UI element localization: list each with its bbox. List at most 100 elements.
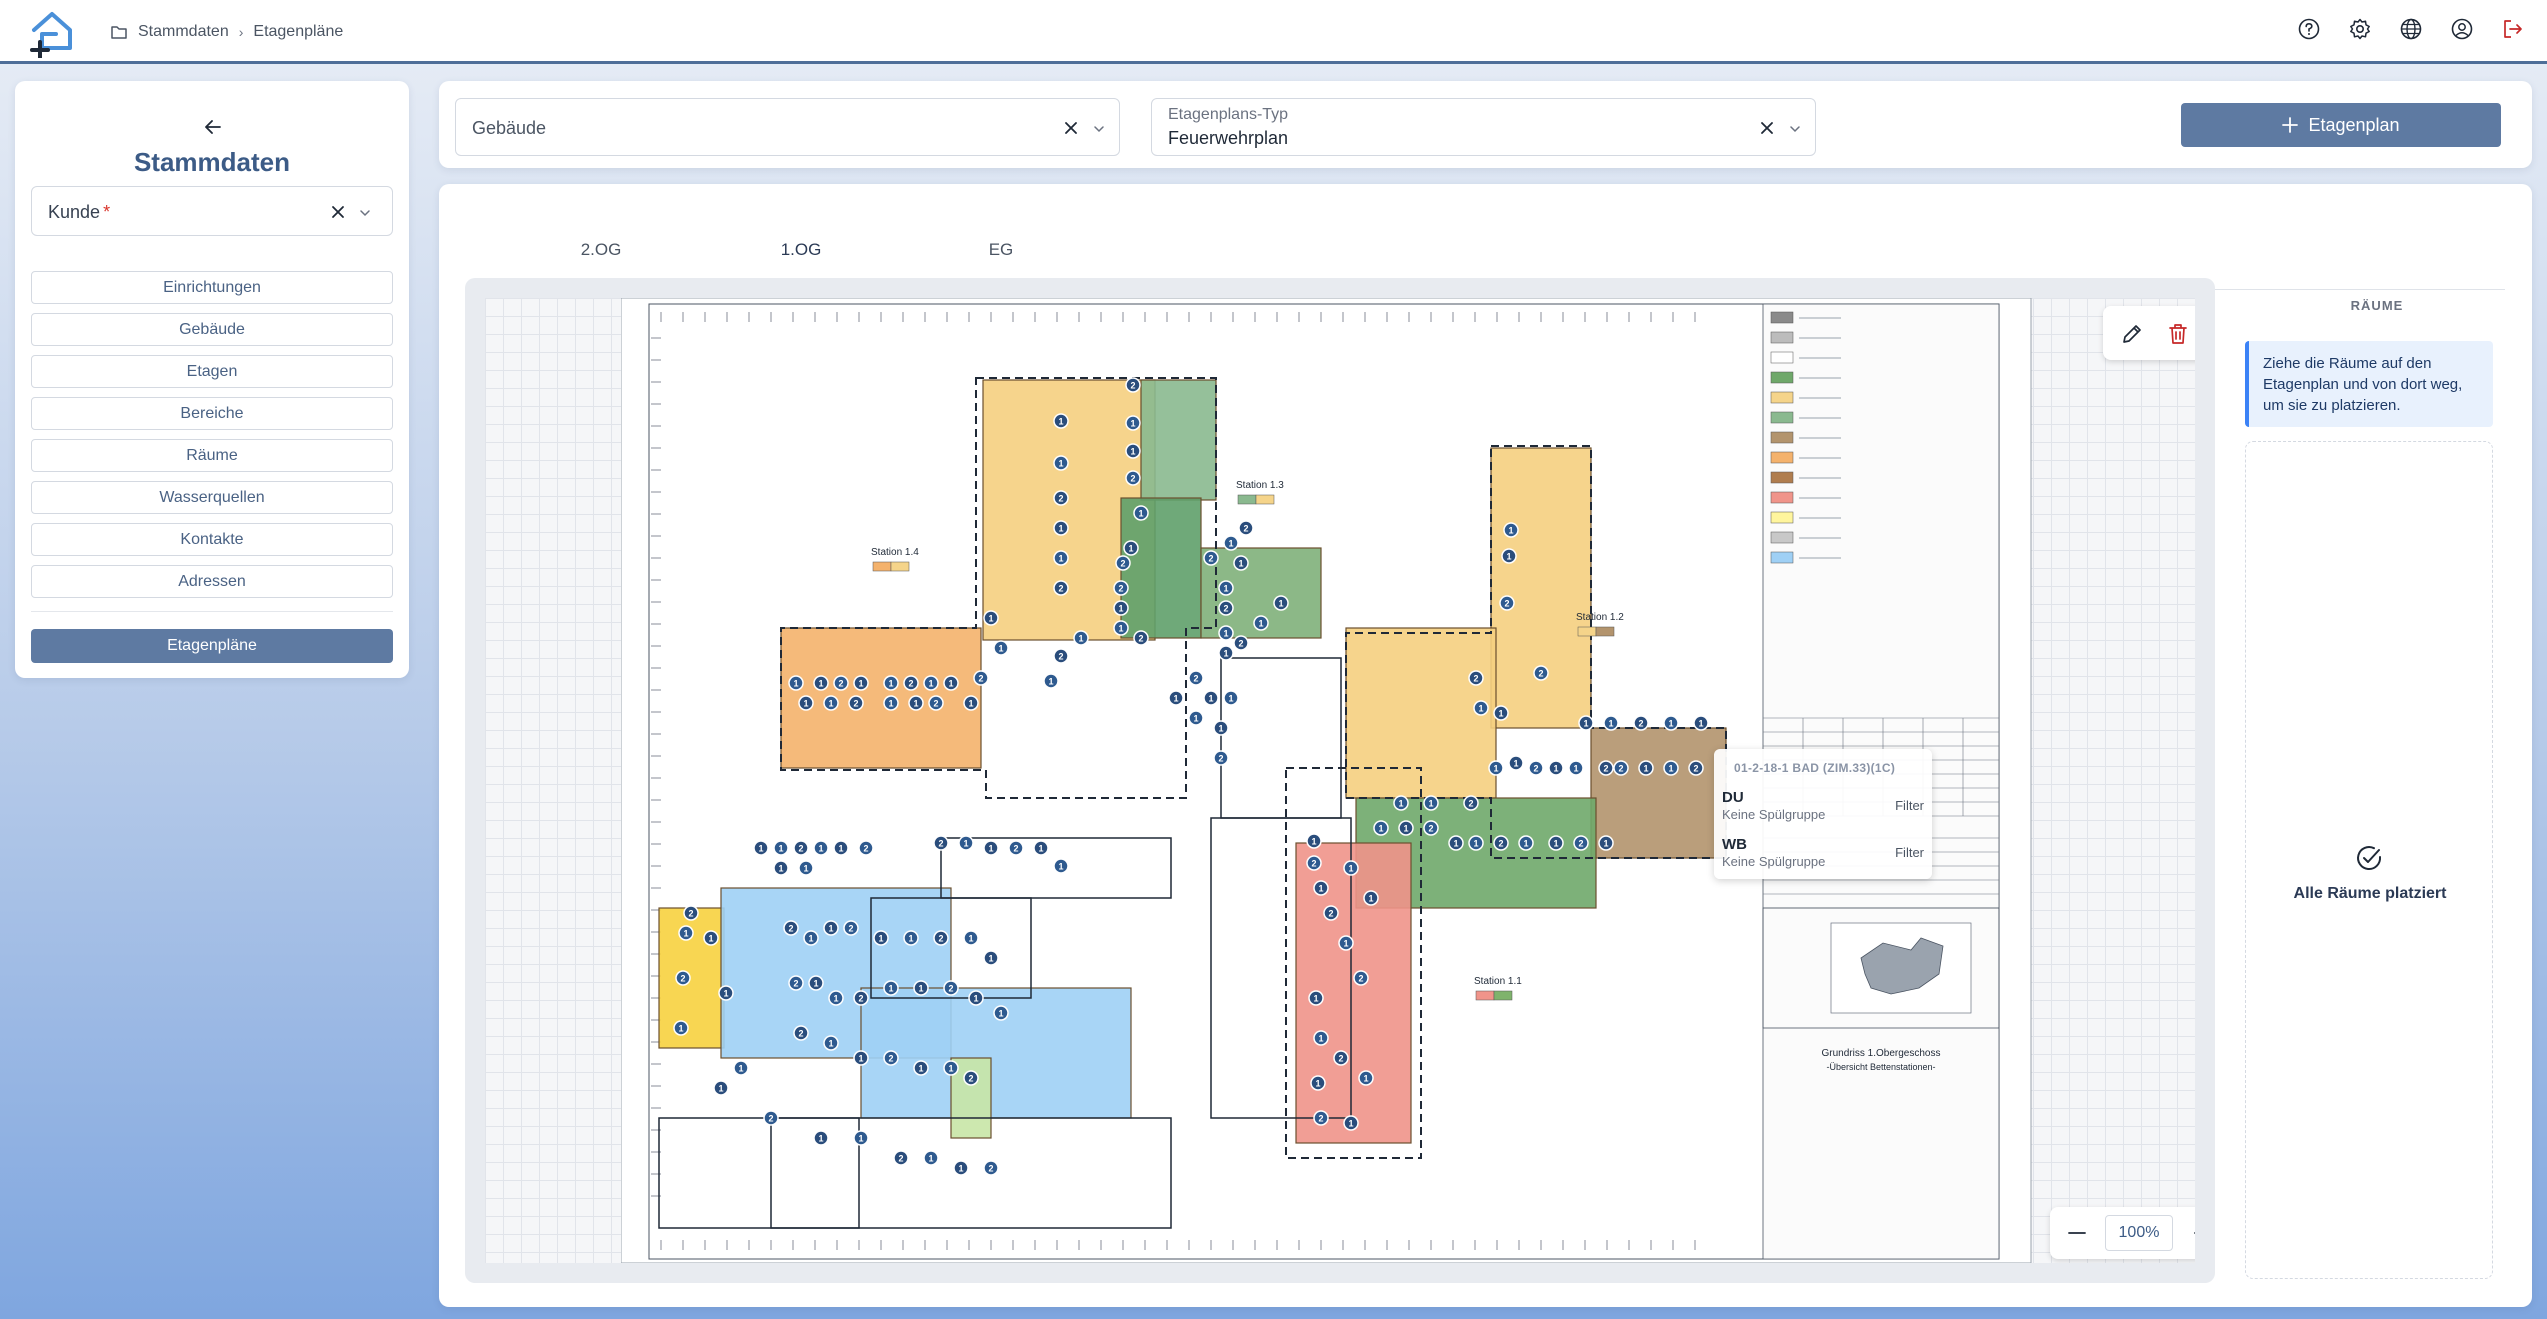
room-marker[interactable]: 2 [1008,840,1024,856]
sidebar-item-bereiche[interactable]: Bereiche [31,397,393,430]
room-marker[interactable]: 1 [1218,625,1234,641]
room-marker[interactable]: 2 [675,970,691,986]
room-marker[interactable]: 2 [1053,648,1069,664]
room-marker[interactable]: 2 [683,905,699,921]
room-marker[interactable]: 1 [1053,413,1069,429]
room-marker[interactable]: 1 [1663,760,1679,776]
room-marker[interactable]: 1 [1473,700,1489,716]
room-marker[interactable]: 2 [1115,555,1131,571]
room-marker[interactable]: 1 [678,925,694,941]
room-marker[interactable]: 2 [1313,1110,1329,1126]
room-marker[interactable]: 1 [808,975,824,991]
room-marker[interactable]: 1 [798,860,814,876]
room-marker[interactable]: 2 [933,930,949,946]
kunde-select[interactable]: Kunde * [31,186,393,236]
room-marker[interactable]: 1 [943,675,959,691]
room-marker[interactable]: 2 [848,695,864,711]
room-marker[interactable]: 1 [1313,880,1329,896]
room-marker[interactable]: 1 [823,1035,839,1051]
room-marker[interactable]: 2 [1233,635,1249,651]
room-area[interactable] [1120,497,1202,639]
room-marker[interactable]: 2 [1053,580,1069,596]
room-marker[interactable]: 1 [1358,1070,1374,1086]
room-marker[interactable]: 1 [923,675,939,691]
room-marker[interactable]: 2 [933,835,949,851]
settings-gear-icon[interactable] [2348,17,2372,41]
room-marker[interactable]: 2 [883,1050,899,1066]
room-marker[interactable]: 1 [883,980,899,996]
room-marker[interactable]: 1 [1213,720,1229,736]
user-account-icon[interactable] [2450,17,2474,41]
room-marker[interactable]: 2 [1203,550,1219,566]
zoom-out-icon[interactable] [2064,1220,2090,1246]
room-marker[interactable]: 2 [1613,760,1629,776]
room-marker[interactable]: 1 [833,840,849,856]
room-marker[interactable]: 1 [983,840,999,856]
room-area[interactable] [1490,447,1592,729]
room-marker[interactable]: 2 [1238,520,1254,536]
room-marker[interactable]: 1 [993,1005,1009,1021]
popup-filter-link[interactable]: Filter [1895,798,1924,813]
room-marker[interactable]: 1 [1493,705,1509,721]
room-marker[interactable]: 2 [1218,600,1234,616]
room-marker[interactable]: 1 [1188,710,1204,726]
room-marker[interactable]: 2 [843,920,859,936]
globe-icon[interactable] [2399,17,2423,41]
room-marker[interactable]: 1 [908,695,924,711]
room-marker[interactable]: 2 [1573,835,1589,851]
room-marker[interactable]: 1 [1306,833,1322,849]
room-marker[interactable]: 2 [1188,670,1204,686]
room-marker[interactable]: 2 [1633,715,1649,731]
room-marker[interactable]: 1 [813,1130,829,1146]
room-marker[interactable]: 1 [813,675,829,691]
room-marker[interactable]: 1 [1548,835,1564,851]
room-marker[interactable]: 2 [1333,1050,1349,1066]
popup-filter-link[interactable]: Filter [1895,845,1924,860]
room-marker[interactable]: 1 [1508,755,1524,771]
room-marker[interactable]: 1 [1398,820,1414,836]
room-marker[interactable]: 1 [773,840,789,856]
room-marker[interactable]: 1 [1338,935,1354,951]
room-marker[interactable]: 2 [1463,795,1479,811]
room-marker[interactable]: 1 [1273,595,1289,611]
room-area[interactable] [1345,627,1497,799]
room-marker[interactable]: 1 [1033,840,1049,856]
room-marker[interactable]: 2 [858,840,874,856]
room-marker[interactable]: 2 [1125,377,1141,393]
room-marker[interactable]: 1 [1073,630,1089,646]
room-marker[interactable]: 1 [1343,860,1359,876]
clear-icon[interactable] [1064,121,1078,135]
room-marker[interactable]: 1 [1203,690,1219,706]
room-marker[interactable]: 1 [1053,550,1069,566]
sidebar-item-einrichtungen[interactable]: Einrichtungen [31,271,393,304]
room-marker[interactable]: 2 [1125,470,1141,486]
room-marker[interactable]: 1 [1218,645,1234,661]
room-marker[interactable]: 1 [1310,1075,1326,1091]
room-marker[interactable]: 2 [1468,670,1484,686]
room-marker[interactable]: 1 [718,985,734,1001]
room-marker[interactable]: 1 [1223,535,1239,551]
room-marker[interactable]: 2 [1353,970,1369,986]
room-marker[interactable]: 1 [1053,455,1069,471]
room-marker[interactable]: 2 [973,670,989,686]
room-marker[interactable]: 1 [1123,540,1139,556]
add-etagenplan-button[interactable]: Etagenplan [2181,103,2501,147]
room-marker[interactable]: 1 [1343,1115,1359,1131]
room-marker[interactable]: 1 [1393,795,1409,811]
room-marker[interactable]: 2 [893,1150,909,1166]
room-marker[interactable]: 1 [1503,522,1519,538]
room-marker[interactable]: 1 [1253,615,1269,631]
room-marker[interactable]: 2 [943,980,959,996]
room-marker[interactable]: 1 [983,610,999,626]
room-marker[interactable]: 2 [1528,760,1544,776]
gebaeude-select[interactable]: Gebäude [455,98,1120,156]
room-marker[interactable]: 1 [1125,443,1141,459]
room-marker[interactable]: 1 [968,990,984,1006]
room-marker[interactable]: 1 [813,840,829,856]
room-marker[interactable]: 1 [953,1160,969,1176]
room-marker[interactable]: 2 [1133,630,1149,646]
room-marker[interactable]: 1 [1223,690,1239,706]
room-area[interactable] [1140,379,1217,501]
room-marker[interactable]: 2 [793,1025,809,1041]
room-marker[interactable]: 1 [853,675,869,691]
